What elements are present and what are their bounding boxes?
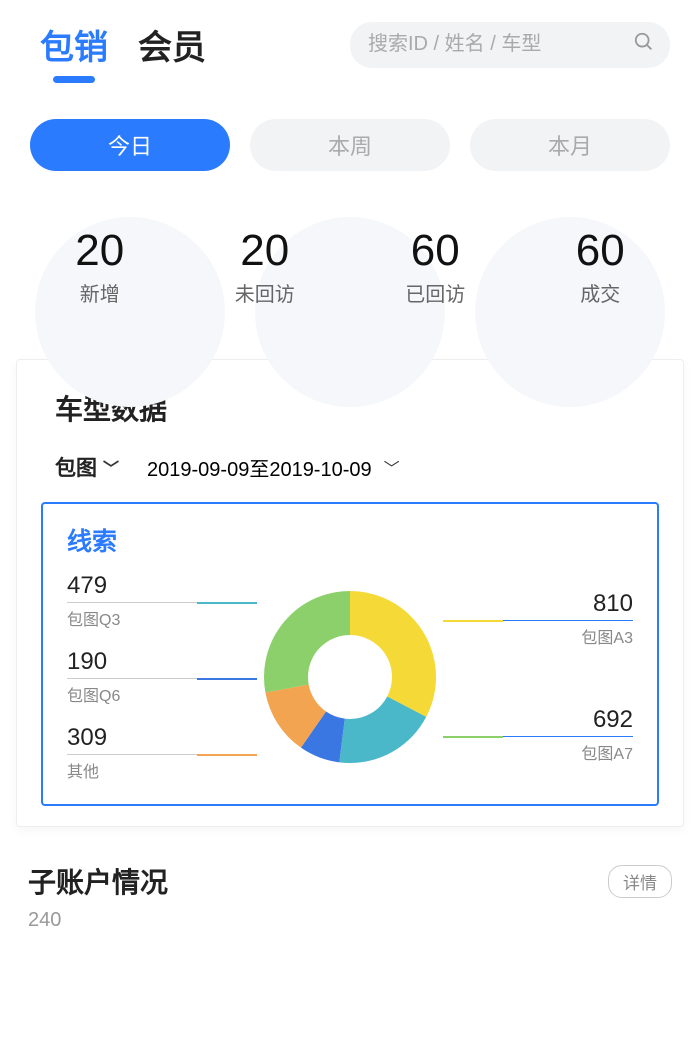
series-other: 309 其他 xyxy=(67,724,197,782)
stat-label: 成交 xyxy=(576,278,625,307)
chart-clues: 线索 479 包图Q3 190 包图Q6 309 其他 xyxy=(41,502,659,806)
model-data-card: 车型数据 包图 ﹀ 2019-09-09至2019-10-09 ﹀ 线索 479… xyxy=(16,359,684,827)
period-week[interactable]: 本周 xyxy=(250,119,450,171)
stat-value: 60 xyxy=(576,226,625,276)
series-name: 其他 xyxy=(67,754,197,782)
brand-filter[interactable]: 包图 ﹀ xyxy=(55,452,119,482)
series-value: 692 xyxy=(503,706,633,734)
stat-new[interactable]: 20 新增 xyxy=(75,226,124,307)
series-q6: 190 包图Q6 xyxy=(67,648,197,706)
chevron-down-icon: ﹀ xyxy=(384,455,400,479)
stats-row: 20 新增 20 未回访 60 已回访 60 成交 xyxy=(20,226,680,307)
series-value: 810 xyxy=(503,590,633,618)
series-value: 190 xyxy=(67,648,197,676)
stat-visited[interactable]: 60 已回访 xyxy=(405,226,465,307)
tab-baoxiao[interactable]: 包销 xyxy=(40,20,108,69)
series-a7: 692 包图A7 xyxy=(503,706,633,764)
series-name: 包图Q6 xyxy=(67,678,197,706)
donut-chart xyxy=(250,577,450,777)
stat-value: 20 xyxy=(235,226,295,276)
date-range-label: 2019-09-09至2019-10-09 xyxy=(147,453,372,482)
date-range-filter[interactable]: 2019-09-09至2019-10-09 ﹀ xyxy=(147,453,400,482)
stat-deal[interactable]: 60 成交 xyxy=(576,226,625,307)
chart-title: 线索 xyxy=(67,522,633,558)
period-month[interactable]: 本月 xyxy=(470,119,670,171)
brand-filter-label: 包图 xyxy=(55,452,97,482)
subaccount-number: 240 xyxy=(0,901,700,932)
stat-label: 未回访 xyxy=(235,278,295,307)
series-q3: 479 包图Q3 xyxy=(67,572,197,630)
search-icon xyxy=(633,31,655,58)
stat-value: 60 xyxy=(405,226,465,276)
period-today[interactable]: 今日 xyxy=(30,119,230,171)
stat-label: 已回访 xyxy=(405,278,465,307)
series-value: 479 xyxy=(67,572,197,600)
series-value: 309 xyxy=(67,724,197,752)
series-a3: 810 包图A3 xyxy=(503,590,633,648)
search-box[interactable] xyxy=(350,22,670,68)
stat-label: 新增 xyxy=(75,278,124,307)
series-name: 包图A7 xyxy=(503,736,633,764)
stat-value: 20 xyxy=(75,226,124,276)
tab-member[interactable]: 会员 xyxy=(138,20,206,69)
series-name: 包图Q3 xyxy=(67,602,197,630)
chevron-down-icon: ﹀ xyxy=(103,455,119,479)
series-name: 包图A3 xyxy=(503,620,633,648)
search-input[interactable] xyxy=(368,33,633,56)
stat-unvisited[interactable]: 20 未回访 xyxy=(235,226,295,307)
detail-button[interactable]: 详情 xyxy=(608,865,672,898)
subaccount-title: 子账户情况 xyxy=(28,861,168,901)
